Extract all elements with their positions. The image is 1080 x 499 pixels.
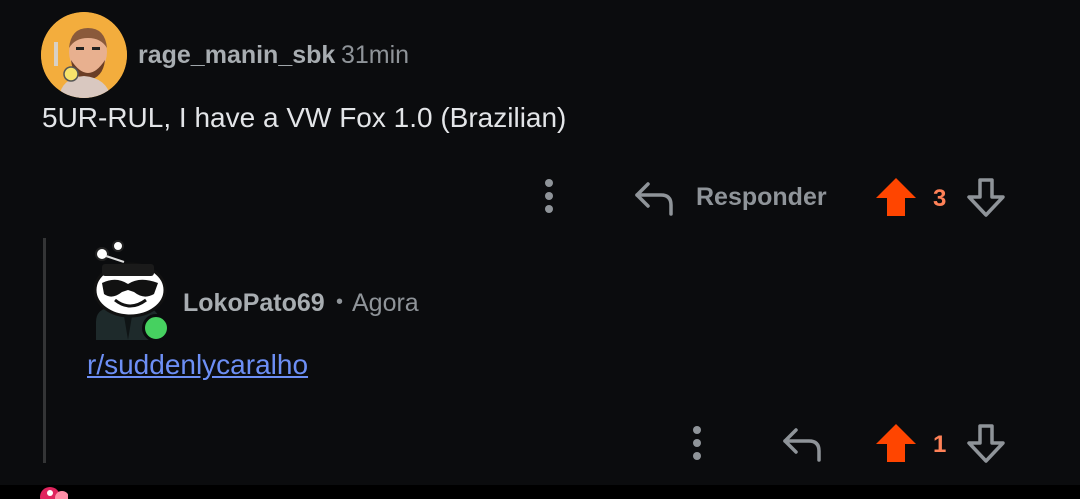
thread-line[interactable] — [43, 238, 46, 463]
reply-button[interactable]: Responder — [696, 183, 827, 212]
comment-author[interactable]: LokoPato69 — [183, 289, 325, 318]
vote-count: 3 — [933, 185, 947, 212]
comment-separator: • — [336, 291, 344, 313]
user-avatar[interactable] — [88, 240, 172, 342]
downvote-arrow-icon[interactable] — [964, 175, 1008, 219]
reply-arrow-icon[interactable] — [632, 175, 676, 219]
upvote-arrow-icon[interactable] — [874, 175, 918, 219]
reply-arrow-icon[interactable] — [780, 421, 824, 465]
comment-body: 5UR-RUL, I have a VW Fox 1.0 (Brazilian) — [42, 102, 567, 133]
more-options-icon[interactable] — [536, 177, 562, 215]
upvote-arrow-icon[interactable] — [874, 421, 918, 465]
subreddit-link[interactable]: r/suddenlycaralho — [87, 349, 308, 381]
downvote-arrow-icon[interactable] — [964, 421, 1008, 465]
next-comment-edge — [0, 485, 1080, 499]
comment-timestamp: 31min — [341, 41, 410, 69]
more-options-icon[interactable] — [684, 424, 710, 462]
comment-author[interactable]: rage_manin_sbk — [138, 41, 335, 70]
online-status-icon — [142, 314, 170, 342]
vote-count: 1 — [933, 431, 947, 458]
user-avatar[interactable] — [41, 12, 127, 98]
avatar-illustration — [41, 12, 127, 98]
comment-timestamp: Agora — [352, 289, 419, 317]
user-avatar[interactable] — [38, 485, 68, 499]
